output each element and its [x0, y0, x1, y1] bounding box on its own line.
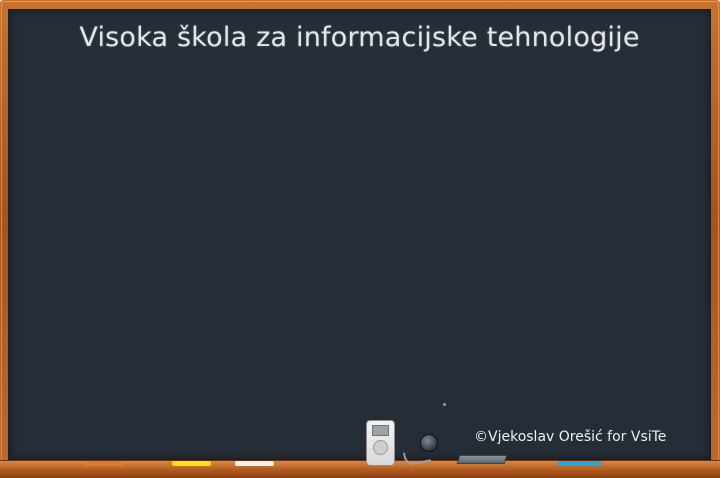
chalk-blue	[558, 461, 602, 466]
chalk-orange	[84, 461, 124, 466]
chalk-dot	[443, 403, 446, 406]
chalk-yellow	[172, 461, 211, 466]
chalkboard	[8, 9, 711, 460]
ipod-screen	[372, 425, 389, 436]
eraser-icon	[456, 455, 508, 464]
board-title: Visoka škola za informacijske tehnologij…	[79, 22, 640, 53]
credit-text: ©Vjekoslav Orešić for VsiTe	[474, 429, 667, 445]
chalk-white	[235, 461, 274, 466]
ipod-icon	[366, 420, 395, 466]
earbud-icon	[420, 434, 438, 452]
ipod-click-wheel	[373, 440, 388, 455]
